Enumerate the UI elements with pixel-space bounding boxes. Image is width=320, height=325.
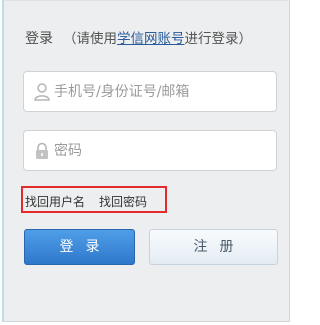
hint-suffix: 进行登录） — [184, 31, 253, 47]
login-panel: 登录 （请使用学信网账号进行登录） 找回用户名 找回密码 登录 注册 — [2, 0, 290, 322]
account-recovery-box: 找回用户名 找回密码 — [21, 186, 167, 213]
login-button[interactable]: 登录 — [24, 229, 135, 265]
lock-icon — [34, 142, 50, 160]
password-field[interactable] — [23, 130, 277, 171]
find-username-link[interactable]: 找回用户名 — [25, 193, 85, 210]
login-hint: （请使用学信网账号进行登录） — [63, 31, 252, 47]
password-input[interactable] — [54, 131, 268, 170]
hint-prefix: （请使用 — [63, 31, 117, 47]
username-input[interactable] — [54, 72, 268, 111]
find-password-link[interactable]: 找回密码 — [99, 193, 147, 210]
username-field[interactable] — [23, 71, 277, 112]
login-title: 登录 — [25, 31, 53, 47]
register-button[interactable]: 注册 — [149, 229, 278, 265]
chsi-account-link[interactable]: 学信网账号 — [117, 31, 185, 47]
user-icon — [34, 83, 50, 101]
login-header: 登录 （请使用学信网账号进行登录） — [25, 27, 252, 48]
